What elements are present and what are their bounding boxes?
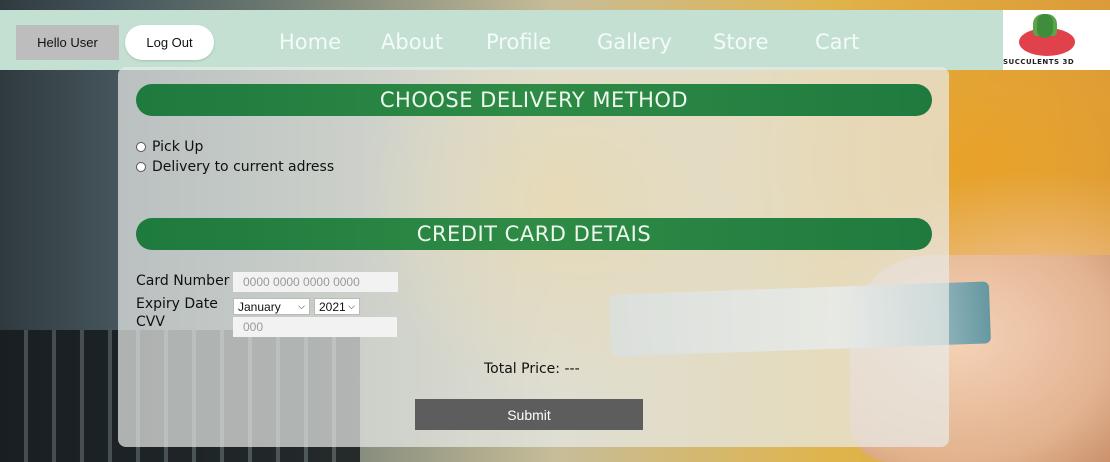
chevron-down-icon: ⌵: [298, 301, 305, 311]
expiry-date-label: Expiry Date: [136, 296, 218, 312]
nav-gallery[interactable]: Gallery: [597, 30, 672, 54]
cvv-input[interactable]: 000: [233, 317, 397, 337]
cvv-label: CVV: [136, 314, 165, 330]
top-navigation-bar: Hello User Log Out Home About Profile Ga…: [0, 10, 1110, 70]
radio-pickup[interactable]: Pick Up: [136, 139, 203, 155]
card-number-label: Card Number: [136, 273, 230, 289]
radio-circle-icon[interactable]: [136, 162, 146, 172]
logout-button[interactable]: Log Out: [125, 25, 214, 60]
total-price: Total Price: ---: [484, 361, 580, 377]
chevron-down-icon: ⌵: [348, 301, 355, 311]
logo-text: SUCCULENTS 3D: [1003, 58, 1075, 66]
checkout-panel: CHOOSE DELIVERY METHOD Pick Up Delivery …: [118, 67, 949, 447]
card-number-input[interactable]: 0000 0000 0000 0000: [233, 272, 398, 292]
nav-cart[interactable]: Cart: [815, 30, 859, 54]
nav-profile[interactable]: Profile: [486, 30, 551, 54]
nav-store[interactable]: Store: [713, 30, 769, 54]
delivery-section-title: CHOOSE DELIVERY METHOD: [136, 84, 932, 116]
brand-logo[interactable]: SUCCULENTS 3D: [1003, 10, 1110, 70]
expiry-month-select[interactable]: January ⌵: [233, 298, 310, 315]
card-section-title: CREDIT CARD DETAIS: [136, 218, 932, 250]
radio-pickup-label: Pick Up: [152, 139, 204, 155]
cactus-icon: [1037, 14, 1053, 38]
nav-home[interactable]: Home: [279, 30, 341, 54]
nav-about[interactable]: About: [381, 30, 443, 54]
greeting-label: Hello User: [16, 25, 119, 60]
expiry-month-value: January: [238, 299, 281, 314]
expiry-year-select[interactable]: 2021 ⌵: [314, 298, 360, 315]
radio-delivery-label: Delivery to current adress: [152, 159, 335, 175]
radio-circle-icon[interactable]: [136, 142, 146, 152]
radio-delivery[interactable]: Delivery to current adress: [136, 159, 334, 175]
submit-button[interactable]: Submit: [415, 399, 643, 430]
expiry-year-value: 2021: [319, 299, 346, 314]
